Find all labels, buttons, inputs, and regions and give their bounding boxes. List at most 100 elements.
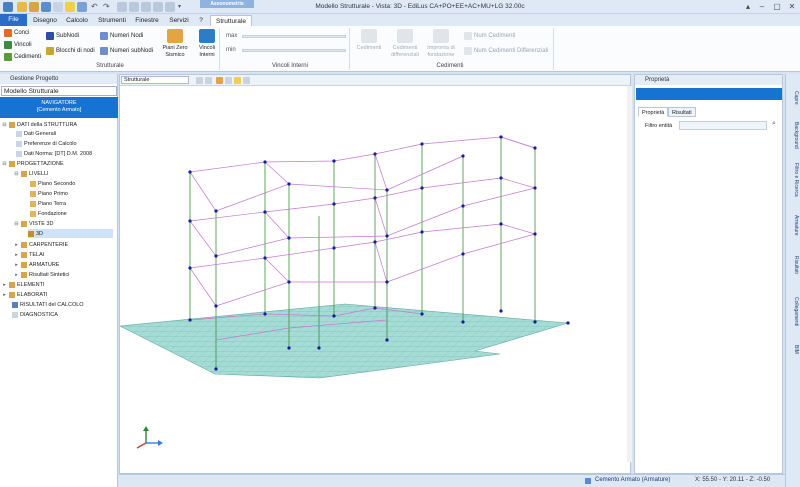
numeri-nodi-button[interactable]: Numeri Nodi	[100, 32, 143, 40]
numeri-subnodi-button[interactable]: Numeri subNodi	[100, 47, 153, 55]
tree-item[interactable]: Dati Generali	[16, 129, 56, 138]
tab-finestre[interactable]: Finestre	[133, 15, 161, 26]
maximize-icon[interactable]: ▢	[771, 2, 783, 11]
tab-disegno[interactable]: Disegno	[32, 15, 58, 26]
expand-icon[interactable]: ▸	[2, 282, 7, 288]
max-slider[interactable]	[242, 35, 346, 38]
wire-view-icon[interactable]	[225, 77, 232, 84]
new-file-icon[interactable]	[17, 2, 27, 12]
tree-item[interactable]: Preferenze di Calcolo	[16, 139, 77, 148]
tree-item[interactable]: ▸ CARPENTERIE	[14, 240, 68, 249]
tree-item[interactable]: ⊟ LIVELLI	[14, 169, 49, 178]
tab-servizi[interactable]: Servizi	[167, 15, 191, 26]
structure-canvas[interactable]	[120, 86, 628, 472]
view-tool-icon[interactable]	[205, 77, 212, 84]
vincoli-icon	[4, 41, 12, 49]
collapse-icon[interactable]: ⊟	[2, 161, 7, 167]
side-tab-capre[interactable]: Capre	[788, 88, 799, 108]
filter-entity-dropdown[interactable]	[679, 121, 767, 130]
expand-icon[interactable]: ▸	[14, 252, 19, 258]
print-icon[interactable]	[53, 2, 63, 12]
redo-icon[interactable]: ↷	[103, 2, 113, 12]
tab-help[interactable]: ?	[196, 15, 206, 26]
piani-zero-sismico-button[interactable]: Piani Zero Sismico	[158, 29, 192, 58]
blocchi-nodi-button[interactable]: Blocchi di nodi	[46, 47, 95, 55]
expand-icon[interactable]: ▸	[14, 242, 19, 248]
tab-proprieta[interactable]: Proprietà	[638, 107, 669, 117]
collapse-icon[interactable]: ⊟	[14, 171, 19, 177]
tree-item[interactable]: Piano Secondo	[30, 179, 75, 188]
tool-icon[interactable]	[141, 2, 151, 12]
expand-icon[interactable]: ▸	[14, 272, 19, 278]
side-tab-armature[interactable]: Armature	[788, 210, 799, 240]
tab-file[interactable]: File	[0, 14, 27, 26]
collapse-icon[interactable]: ⊟	[14, 221, 19, 227]
tree-item[interactable]: ▸ ELEMENTI	[2, 280, 45, 289]
help-icon[interactable]: ▴	[742, 2, 754, 11]
collapse-icon[interactable]: ⊟	[2, 122, 7, 128]
expand-icon[interactable]: ▸	[2, 292, 7, 298]
vincoli-button[interactable]: Vincoli	[4, 41, 32, 49]
tool-icon[interactable]	[117, 2, 127, 12]
tree-item-selected[interactable]: 3D	[28, 229, 114, 238]
side-tab-filtro[interactable]: Filtro e Ricerca	[788, 160, 799, 200]
view-tool-icon[interactable]	[196, 77, 203, 84]
tool-icon[interactable]	[165, 2, 175, 12]
side-tab-background[interactable]: Background	[788, 118, 799, 152]
tree-item[interactable]: ⊟ DATI della STRUTTURA	[2, 120, 77, 129]
view-tool-icon[interactable]	[243, 77, 250, 84]
impronta-fondazione-button[interactable]: Impronta di fondazione	[424, 29, 458, 58]
customize-icon[interactable]: ▾	[178, 2, 188, 12]
select-icon[interactable]	[65, 2, 75, 12]
tree-item[interactable]: ⊟ PROGETTAZIONE	[2, 159, 64, 168]
cedimenti-big-button[interactable]: Cedimenti	[353, 29, 385, 52]
vincoli-interni-button[interactable]: Vincoli Interni	[196, 29, 218, 58]
tree-item[interactable]: ⊟ VISTE 3D	[14, 219, 53, 228]
close-icon[interactable]: ✕	[786, 2, 798, 11]
solid-view-icon[interactable]	[216, 77, 223, 84]
subnodi-button[interactable]: SubNodi	[46, 32, 79, 40]
tree-item[interactable]: Piano Terra	[30, 199, 66, 208]
tab-risultati[interactable]: Risultati	[668, 107, 696, 117]
minimize-icon[interactable]: –	[756, 2, 768, 11]
tree-label: LIVELLI	[29, 170, 49, 177]
expand-icon[interactable]: ▸	[14, 262, 19, 268]
tree-item[interactable]: ▸ ELABORATI	[2, 290, 47, 299]
tree-item[interactable]: DIAGNOSTICA	[12, 310, 58, 319]
num-cedimenti-differenziali-button[interactable]: Num Cedimenti Differenziali	[464, 47, 548, 55]
viewport-scrollbar[interactable]	[627, 86, 632, 462]
tree-item[interactable]: ▸ Risultati Sintetici	[14, 270, 69, 279]
tree-label: Dati Generali	[24, 130, 57, 137]
tree-item[interactable]: ▸ TELAI	[14, 250, 44, 259]
side-tab-bim[interactable]: BIM	[788, 340, 799, 358]
conci-button[interactable]: Conci	[4, 29, 29, 37]
tree-label: Piano Secondo	[38, 180, 76, 187]
open-folder-icon[interactable]	[29, 2, 39, 12]
tool-icon[interactable]	[129, 2, 139, 12]
tab-calcolo[interactable]: Calcolo	[64, 15, 90, 26]
save-icon[interactable]	[41, 2, 51, 12]
folder-icon	[21, 241, 27, 248]
tab-strumenti[interactable]: Strumenti	[96, 15, 128, 26]
tree-item[interactable]: ▸ ARMATURE	[14, 260, 59, 269]
tool-icon[interactable]	[153, 2, 163, 12]
undo-icon[interactable]: ↶	[91, 2, 101, 12]
num-cedimenti-button[interactable]: Num Cedimenti	[464, 32, 515, 40]
view-mode-dropdown[interactable]: Strutturale	[121, 76, 189, 84]
tree-item[interactable]: Piano Primo	[30, 189, 68, 198]
tree-item[interactable]: Dati Norma: [DT] D.M. 2008	[16, 149, 92, 158]
side-tab-collegamenti[interactable]: Collegamenti	[788, 292, 799, 332]
search-icon[interactable]: ⌕	[772, 120, 776, 128]
side-tab-risultati[interactable]: Risultati	[788, 250, 799, 280]
tree-item[interactable]: Fondazione	[30, 209, 67, 218]
zoom-icon[interactable]	[77, 2, 87, 12]
tree-label: Preferenze di Calcolo	[24, 140, 77, 147]
tab-strutturale[interactable]: Strutturale	[210, 15, 252, 26]
model-dropdown[interactable]: Modello Strutturale	[1, 86, 117, 96]
cedimenti-button[interactable]: Cedimenti	[4, 53, 41, 61]
min-slider[interactable]	[242, 49, 346, 52]
3d-viewport[interactable]: Strutturale	[119, 74, 631, 474]
cedimenti-differenziali-button[interactable]: Cedimenti differenziali	[388, 29, 422, 58]
tree-item[interactable]: RISULTATI del CALCOLO	[12, 300, 84, 309]
highlight-icon[interactable]	[234, 77, 241, 84]
